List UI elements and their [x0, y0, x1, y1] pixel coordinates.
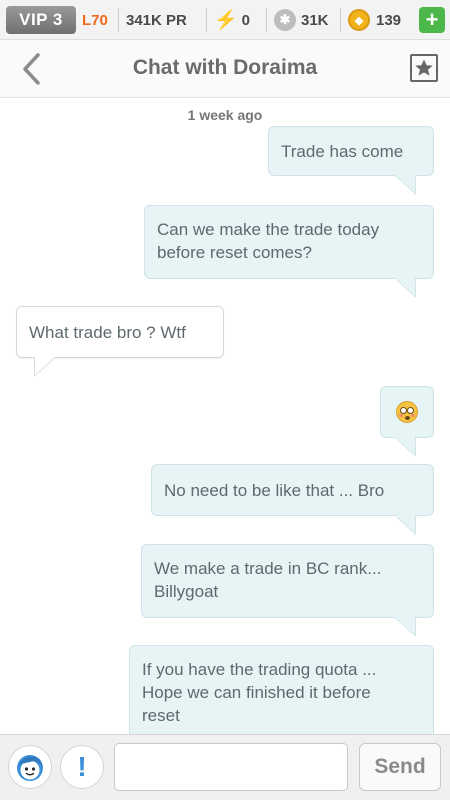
bubble-tail — [395, 278, 415, 296]
paw-icon: ✱ — [274, 9, 296, 31]
app-screen: VIP 3 L70 341K PR ⚡ 0 ✱ 31K ◆ 139 + Chat… — [0, 0, 450, 800]
message-text: reset — [142, 706, 180, 725]
coin-value: 139 — [376, 11, 402, 29]
bubble-tail — [395, 437, 415, 455]
message-text: before reset comes? — [157, 243, 312, 262]
message-text: No need to be like that ... Bro — [164, 481, 385, 500]
energy-stat[interactable]: ⚡ 0 — [214, 8, 250, 32]
send-button[interactable]: Send — [359, 743, 441, 791]
back-button[interactable] — [18, 52, 48, 86]
bubble-tail — [395, 515, 415, 533]
message-input[interactable] — [114, 743, 348, 791]
report-button[interactable]: ! — [60, 745, 104, 789]
message-text: Trade has come — [281, 142, 404, 161]
message-composer: ! Send — [0, 734, 450, 800]
incoming-message[interactable]: What trade bro ? Wtf — [16, 306, 224, 377]
outgoing-message[interactable]: No need to be like that ... Bro — [151, 464, 434, 535]
divider — [118, 8, 119, 32]
divider — [206, 8, 207, 32]
coin-icon: ◆ — [348, 9, 370, 31]
pr-value: 341K PR — [126, 11, 187, 29]
coin-stat[interactable]: ◆ 139 — [348, 8, 401, 32]
page-title: Chat with Doraima — [132, 56, 318, 79]
chat-thread[interactable]: 1 week ago Trade has come Can we make th… — [0, 98, 450, 734]
outgoing-message[interactable]: Trade has come — [268, 126, 434, 195]
resource-bar: VIP 3 L70 341K PR ⚡ 0 ✱ 31K ◆ 139 + — [0, 0, 450, 40]
outgoing-message[interactable] — [380, 386, 434, 457]
message-text: We make a trade in BC rank... — [154, 559, 382, 578]
add-coins-button[interactable]: + — [419, 7, 445, 33]
paw-value: 31K — [301, 11, 329, 29]
outgoing-message[interactable]: If you have the trading quota ... Hope w… — [129, 645, 434, 734]
lightning-icon: ⚡ — [214, 10, 238, 31]
vip-badge[interactable]: VIP 3 — [6, 6, 76, 34]
bubble-tail — [395, 617, 415, 635]
outgoing-message[interactable]: We make a trade in BC rank... Billygoat — [141, 544, 434, 637]
message-timestamp: 1 week ago — [187, 107, 263, 123]
chat-header: Chat with Doraima — [0, 40, 450, 98]
divider — [340, 8, 341, 32]
star-icon — [415, 59, 433, 76]
bubble-tail — [395, 175, 415, 193]
avatar-icon — [17, 755, 43, 781]
level-label: L70 — [82, 11, 108, 29]
divider — [266, 8, 267, 32]
outgoing-message[interactable]: Can we make the trade today before reset… — [144, 205, 434, 298]
paw-stat[interactable]: ✱ 31K — [274, 8, 329, 32]
avatar-button[interactable] — [8, 745, 52, 789]
bubble-tail — [35, 357, 55, 375]
message-text: Can we make the trade today — [157, 220, 380, 239]
message-text: What trade bro ? Wtf — [29, 323, 186, 342]
favorite-button[interactable] — [410, 54, 438, 82]
energy-value: 0 — [241, 11, 251, 29]
message-text: Hope we can finished it before — [142, 683, 371, 702]
message-text: Billygoat — [154, 582, 219, 601]
message-text: If you have the trading quota ... — [142, 660, 377, 679]
flushed-face-emoji — [396, 401, 418, 423]
exclamation-icon: ! — [77, 751, 87, 782]
chevron-left-icon — [23, 53, 40, 85]
